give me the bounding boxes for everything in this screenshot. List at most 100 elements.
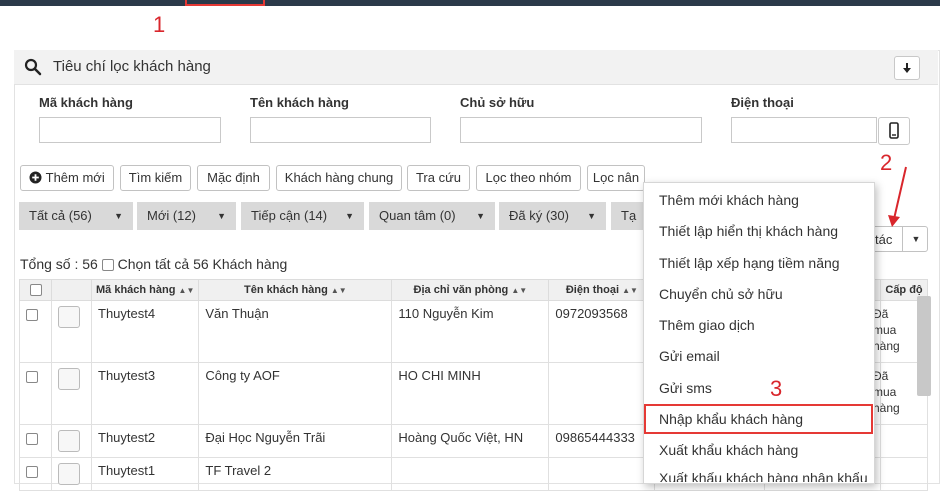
row-name-link[interactable]: Văn Thuận (198, 300, 393, 363)
sort-icon: ▲▼ (511, 286, 528, 295)
header-label: Cấp độ (885, 284, 923, 296)
row-phone-link[interactable] (548, 362, 656, 425)
top-navbar (0, 0, 940, 6)
row-level (880, 457, 928, 491)
arrow-down-icon (903, 63, 911, 73)
row-checkbox[interactable] (26, 370, 38, 383)
row-checkbox-cell (19, 424, 52, 458)
document-edit-icon[interactable] (58, 430, 80, 452)
highlighted-nav-tab[interactable] (185, 0, 265, 6)
row-checkbox-cell (19, 362, 52, 425)
default-button[interactable]: Mặc định (197, 165, 270, 191)
status-tab-all[interactable]: Tất cả (56) ▼ (19, 202, 133, 230)
owner-field[interactable] (460, 117, 702, 143)
header-icon-cell (51, 279, 92, 301)
menu-item-add-transaction[interactable]: Thêm giao dịch (659, 317, 755, 333)
row-phone-link[interactable]: 0972093568 (548, 300, 656, 363)
row-checkbox-cell (19, 300, 52, 363)
header-checkbox[interactable] (29, 284, 42, 297)
common-customers-button[interactable]: Khách hàng chung (276, 165, 402, 191)
annotation-number-3: 3 (770, 376, 783, 401)
filter-title: Tiêu chí lọc khách hàng (53, 58, 211, 75)
header-code[interactable]: Mã khách hàng ▲▼ (90, 279, 200, 301)
row-checkbox[interactable] (26, 308, 38, 321)
header-label: Mã khách hàng (96, 284, 176, 296)
vertical-scrollbar[interactable] (917, 296, 931, 396)
sort-icon: ▲▼ (622, 286, 638, 295)
menu-item-add-customer[interactable]: Thêm mới khách hàng (659, 192, 799, 208)
annotation-arrow-icon (888, 166, 907, 227)
row-name-link[interactable]: Đại Học Nguyễn Trãi (198, 424, 393, 458)
row-code: Thuytest3 (90, 362, 200, 425)
header-label: Địa chỉ văn phòng (413, 284, 509, 296)
document-edit-icon[interactable] (58, 463, 80, 485)
row-icon-cell (51, 424, 92, 458)
row-name-link[interactable]: Công ty AOF (198, 362, 393, 425)
row-checkbox[interactable] (26, 432, 38, 445)
caret-down-icon[interactable]: ▼ (902, 227, 929, 251)
annotation-number-1: 1 (153, 12, 166, 37)
search-icon (24, 58, 42, 76)
group-filter-button[interactable]: Lọc theo nhóm (476, 165, 581, 191)
document-edit-icon[interactable] (58, 306, 80, 328)
phone-field[interactable] (731, 117, 877, 143)
row-code: Thuytest2 (90, 424, 200, 458)
status-tab-signed[interactable]: Đã ký (30) ▼ (499, 202, 606, 230)
owner-label: Chủ sở hữu (460, 95, 535, 110)
menu-item-potential-ranking[interactable]: Thiết lập xếp hạng tiềm năng (659, 255, 840, 271)
header-label: Điện thoại (565, 284, 619, 296)
menu-item-send-sms[interactable]: Gửi sms (659, 380, 712, 396)
plus-circle-icon (29, 171, 42, 184)
header-address[interactable]: Địa chỉ văn phòng ▲▼ (391, 279, 550, 301)
name-field[interactable] (250, 117, 431, 143)
document-edit-icon[interactable] (58, 368, 80, 390)
total-count: Tổng số : 56 (20, 256, 98, 272)
row-icon-cell (51, 300, 92, 363)
level-line: hàng (873, 339, 900, 353)
code-field[interactable] (39, 117, 221, 143)
select-all-checkbox[interactable] (101, 259, 114, 272)
row-address: 110 Nguyễn Kim (391, 300, 550, 363)
name-label: Tên khách hàng (250, 95, 349, 110)
row-level (880, 424, 928, 458)
row-address: HO CHI MINH (391, 362, 550, 425)
row-address (391, 457, 550, 491)
header-label: Tên khách hàng (244, 284, 328, 296)
menu-item-display-settings[interactable]: Thiết lập hiển thị khách hàng (659, 223, 838, 239)
status-tab-approach[interactable]: Tiếp cận (14) ▼ (241, 202, 364, 230)
caret-down-icon: ▼ (345, 211, 354, 221)
menu-item-transfer-owner[interactable]: Chuyển chủ sở hữu (659, 286, 783, 302)
lookup-button[interactable]: Tra cứu (407, 165, 470, 191)
search-button[interactable]: Tìm kiếm (120, 165, 191, 191)
collapse-button[interactable] (894, 56, 920, 80)
level-line: mua (873, 323, 897, 337)
summary-bar: Tổng số : 56 Chọn tất cả 56 Khách hàng (20, 256, 287, 272)
status-tab-label: Quan tâm (0) (379, 208, 456, 223)
menu-item-export-customers-demographic[interactable]: Xuất khẩu khách hàng nhân khẩu (659, 472, 868, 482)
header-name[interactable]: Tên khách hàng ▲▼ (198, 279, 393, 301)
advanced-filter-button[interactable]: Lọc nân (587, 165, 645, 191)
status-tab-label: Tạ (621, 208, 637, 223)
phone-lookup-button[interactable] (878, 117, 910, 145)
status-tab-interested[interactable]: Quan tâm (0) ▼ (369, 202, 495, 230)
mobile-phone-icon (889, 122, 899, 139)
row-icon-cell (51, 457, 92, 491)
menu-item-send-email[interactable]: Gửi email (659, 348, 720, 364)
row-checkbox[interactable] (26, 465, 38, 478)
level-line: hàng (873, 401, 900, 415)
status-tab-more[interactable]: Tạ (611, 202, 645, 230)
row-phone-link[interactable]: 09865444333 (548, 424, 656, 458)
caret-down-icon: ▼ (587, 211, 596, 221)
header-phone[interactable]: Điện thoại ▲▼ (548, 279, 656, 301)
row-name-link[interactable]: TF Travel 2 (198, 457, 393, 491)
row-phone-link[interactable] (548, 457, 656, 491)
actions-label: tác (875, 232, 893, 247)
add-new-button[interactable]: Thêm mới (20, 165, 114, 191)
phone-label: Điện thoại (731, 95, 794, 110)
select-all-label: Chọn tất cả 56 Khách hàng (117, 256, 288, 272)
level-line: Đã (873, 369, 889, 383)
actions-dropdown-menu: Thêm mới khách hàng Thiết lập hiển thị k… (643, 182, 875, 484)
menu-item-export-customers[interactable]: Xuất khẩu khách hàng (659, 442, 798, 458)
status-tab-new[interactable]: Mới (12) ▼ (137, 202, 236, 230)
level-line: Đã (873, 307, 889, 321)
